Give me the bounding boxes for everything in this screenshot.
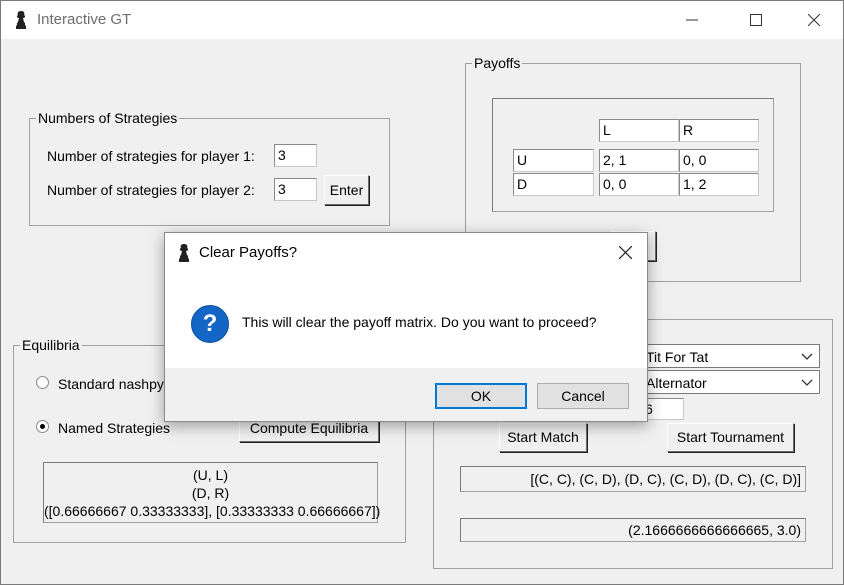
close-button[interactable] [791,1,837,39]
payoff-col-header-R[interactable]: R [679,119,759,142]
question-icon: ? [191,305,229,343]
maximize-icon [750,14,762,26]
named-strategies-label[interactable]: Named Strategies [58,419,170,437]
strategy2-select[interactable]: Alternator [641,370,820,394]
strategy1-value: Tit For Tat [646,349,709,365]
payoff-cell-D-R[interactable]: 1, 2 [679,173,759,196]
match-history-box: [(C, C), (C, D), (D, C), (C, D), (D, C),… [460,466,806,492]
standard-nashpy-radio[interactable] [36,376,49,389]
payoff-cell-U-L[interactable]: 2, 1 [599,149,679,172]
enter-button[interactable]: Enter [324,175,369,205]
main-window: Interactive GT Numbers of Strategies Num… [0,0,844,585]
match-history-text: [(C, C), (C, D), (D, C), (C, D), (D, C),… [530,471,801,487]
equilibria-group-label: Equilibria [20,337,82,353]
payoffs-group-label: Payoffs [472,55,523,71]
equilibria-results-box: (U, L) (D, R) ([0.66666667 0.33333333], … [43,462,381,523]
equilibria-result-2: (D, R) [191,485,230,501]
minimize-button[interactable] [669,1,715,39]
player1-strategies-input[interactable]: 3 [274,144,317,167]
strategies-group: Numbers of Strategies [29,110,390,226]
strategy2-value: Alternator [646,375,707,391]
dialog-close-button[interactable] [611,241,641,265]
window-title: Interactive GT [37,11,132,28]
standard-nashpy-label[interactable]: Standard nashpy [58,375,164,393]
match-scores-box: (2.1666666666666665, 3.0) [460,518,806,542]
payoff-row-header-D[interactable]: D [513,173,594,196]
player2-strategies-input[interactable]: 3 [274,178,317,201]
maximize-button[interactable] [733,1,779,39]
player1-strategies-label: Number of strategies for player 1: [47,148,255,164]
ok-button[interactable]: OK [435,383,527,409]
strategy1-select[interactable]: Tit For Tat [641,344,820,368]
cancel-button[interactable]: Cancel [537,383,629,409]
chevron-down-icon [801,353,813,360]
title-bar[interactable]: Interactive GT [1,1,843,39]
player2-strategies-label: Number of strategies for player 2: [47,182,255,198]
close-icon [808,14,820,26]
app-icon [16,11,26,29]
start-match-button[interactable]: Start Match [499,423,587,452]
payoff-cell-U-R[interactable]: 0, 0 [679,149,759,172]
dialog-message: This will clear the payoff matrix. Do yo… [242,314,597,330]
app-icon [179,244,189,262]
start-tournament-button[interactable]: Start Tournament [667,423,794,452]
close-icon [619,246,632,259]
payoff-row-header-U[interactable]: U [513,149,594,172]
minimize-icon [686,19,698,21]
strategies-group-label: Numbers of Strategies [36,110,180,126]
dialog-title: Clear Payoffs? [199,244,298,261]
payoff-cell-D-L[interactable]: 0, 0 [599,173,679,196]
dialog-footer: OK Cancel [165,368,647,421]
match-scores-text: (2.1666666666666665, 3.0) [628,522,801,538]
payoff-col-header-L[interactable]: L [599,119,679,142]
clear-payoffs-dialog: Clear Payoffs? ? This will clear the pay… [164,232,648,422]
named-strategies-radio[interactable] [36,420,49,433]
chevron-down-icon [801,379,813,386]
equilibria-result-1: (U, L) [193,467,228,483]
equilibria-result-3: ([0.66666667 0.33333333], [0.33333333 0.… [44,503,381,519]
